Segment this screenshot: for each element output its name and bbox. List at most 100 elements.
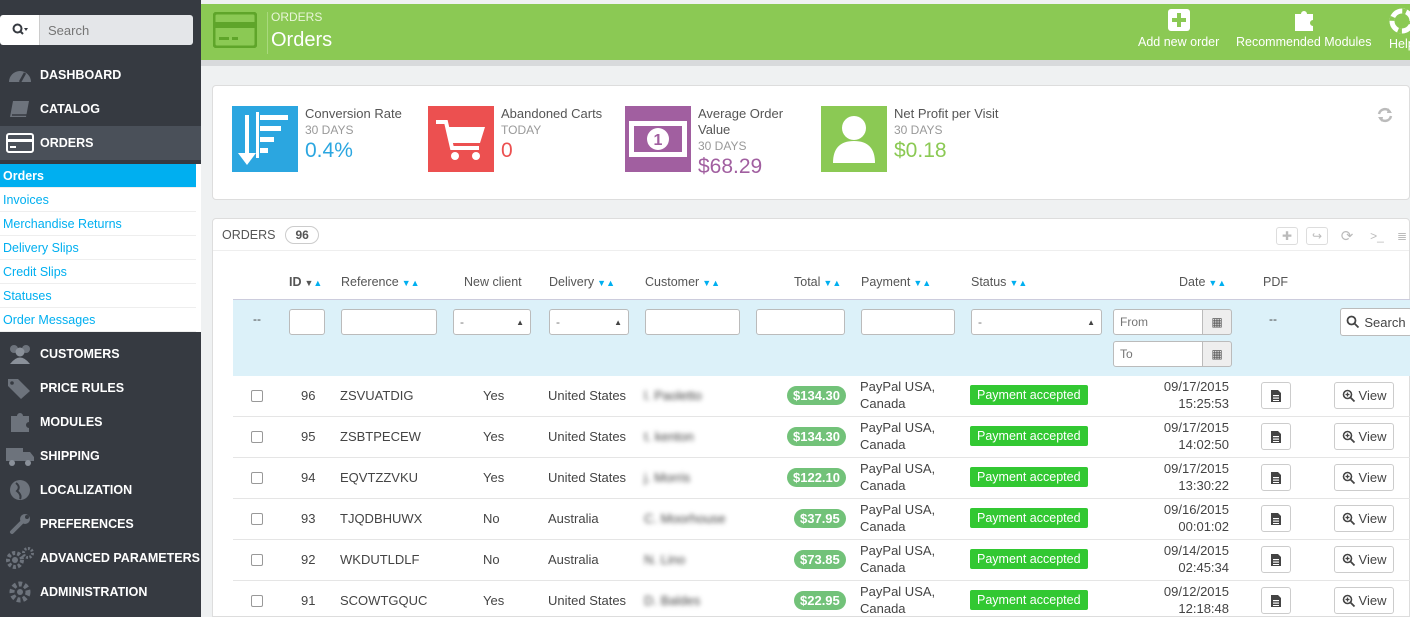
row-checkbox[interactable] (251, 554, 263, 566)
kpi-title: Net Profit per Visit (894, 106, 999, 121)
filter-total-input[interactable] (756, 309, 845, 335)
cell-payment: PayPal USA, Canada (860, 583, 935, 617)
col-header-reference[interactable]: Reference ▼▲ (341, 275, 420, 289)
search-input[interactable] (40, 15, 193, 45)
col-header-status[interactable]: Status ▼▲ (971, 275, 1027, 289)
search-type-button[interactable] (0, 15, 40, 45)
cell-customer: l. Paoletto (644, 388, 702, 403)
calendar-icon[interactable]: ▦ (1202, 309, 1232, 335)
refresh-list-tool[interactable]: ⟳ (1336, 227, 1358, 245)
kpi-value: $68.29 (698, 155, 763, 178)
view-button[interactable]: View (1334, 546, 1394, 573)
filter-date-to-input[interactable] (1113, 341, 1203, 367)
sort-arrows-icon[interactable]: ▼▲ (702, 278, 720, 288)
sql-query-tool[interactable]: >_ (1366, 227, 1388, 245)
row-checkbox[interactable] (251, 472, 263, 484)
sort-arrows-icon[interactable]: ▼▲ (402, 278, 420, 288)
export-tool[interactable]: ↪ (1306, 227, 1328, 245)
view-button[interactable]: View (1334, 587, 1394, 614)
menu-modules[interactable]: MODULES (0, 405, 201, 439)
col-header-payment[interactable]: Payment ▼▲ (861, 275, 931, 289)
refresh-icon[interactable] (1376, 106, 1394, 127)
row-checkbox[interactable] (251, 513, 263, 525)
table-row[interactable]: 96 ZSVUATDIG Yes United States l. Paolet… (233, 376, 1410, 417)
col-header-date[interactable]: Date ▼▲ (1179, 275, 1226, 289)
table-row[interactable]: 95 ZSBTPECEW Yes United States t. kenton… (233, 417, 1410, 458)
sort-arrows-icon[interactable]: ▼▲ (1009, 278, 1027, 288)
pdf-button[interactable] (1261, 505, 1291, 532)
filter-new-client-select[interactable]: - ▲ (453, 309, 531, 335)
submenu-order-messages[interactable]: Order Messages (0, 308, 196, 332)
sort-arrows-icon[interactable]: ▼▲ (913, 278, 931, 288)
menu-administration[interactable]: ADMINISTRATION (0, 575, 201, 609)
kpi-conversion-rate[interactable]: Conversion Rate 30 DAYS 0.4% (232, 106, 402, 172)
filter-id-input[interactable] (289, 309, 325, 335)
filter-customer-input[interactable] (645, 309, 740, 335)
submenu-merchandise-returns[interactable]: Merchandise Returns (0, 212, 196, 236)
col-header-id[interactable]: ID ▼▲ (289, 275, 322, 289)
col-header-delivery[interactable]: Delivery ▼▲ (549, 275, 615, 289)
table-row[interactable]: 93 TJQDBHUWX No Australia C. Moorhouse $… (233, 499, 1410, 540)
cell-date: 09/16/2015 00:01:02 (1161, 501, 1229, 535)
filter-reference-input[interactable] (341, 309, 437, 335)
sort-arrows-icon[interactable]: ▼▲ (597, 278, 615, 288)
select-value: - (978, 315, 982, 329)
menu-advanced-parameters[interactable]: ADVANCED PARAMETERS (0, 541, 201, 575)
sort-arrows-icon[interactable]: ▼▲ (1208, 278, 1226, 288)
col-header-customer[interactable]: Customer ▼▲ (645, 275, 720, 289)
view-button[interactable]: View (1334, 382, 1394, 409)
pdf-button[interactable] (1261, 464, 1291, 491)
pdf-button[interactable] (1261, 587, 1291, 614)
menu-label: ORDERS (40, 136, 94, 150)
menu-price-rules[interactable]: PRICE RULES (0, 371, 201, 405)
menu-customers[interactable]: CUSTOMERS (0, 337, 201, 371)
submenu-credit-slips[interactable]: Credit Slips (0, 260, 196, 284)
view-button[interactable]: View (1334, 505, 1394, 532)
submenu-delivery-slips[interactable]: Delivery Slips (0, 236, 196, 260)
filter-payment-input[interactable] (861, 309, 955, 335)
cell-new-client: Yes (483, 593, 505, 608)
view-label: View (1358, 593, 1387, 608)
menu-preferences[interactable]: PREFERENCES (0, 507, 201, 541)
col-header-total[interactable]: Total ▼▲ (794, 275, 841, 289)
header-separator (267, 12, 268, 54)
submenu-invoices[interactable]: Invoices (0, 188, 196, 212)
submenu-orders[interactable]: Orders (0, 164, 196, 188)
submenu-statuses[interactable]: Statuses (0, 284, 196, 308)
menu-dashboard[interactable]: DASHBOARD (0, 58, 201, 92)
kpi-net-profit[interactable]: Net Profit per Visit 30 DAYS $0.18 (821, 106, 999, 172)
row-checkbox[interactable] (251, 595, 263, 607)
row-checkbox[interactable] (251, 431, 263, 443)
add-new-order-button[interactable]: Add new order (1138, 8, 1219, 49)
table-row[interactable]: 94 EQVTZZVKU Yes United States j. Morris… (233, 458, 1410, 499)
filter-delivery-select[interactable]: - ▲ (549, 309, 629, 335)
search-label: Search (1364, 314, 1406, 330)
pdf-button[interactable] (1261, 382, 1291, 409)
menu-catalog[interactable]: CATALOG (0, 92, 201, 126)
menu-localization[interactable]: LOCALIZATION (0, 473, 201, 507)
row-checkbox[interactable] (251, 390, 263, 402)
breadcrumb[interactable]: ORDERS (271, 10, 322, 24)
menu-shipping[interactable]: SHIPPING (0, 439, 201, 473)
filter-dash: -- (253, 312, 261, 326)
database-tool[interactable]: ≣ (1394, 227, 1410, 245)
sort-arrows-icon[interactable]: ▼▲ (305, 278, 323, 288)
calendar-icon[interactable]: ▦ (1202, 341, 1232, 367)
filter-search-button[interactable]: Search (1340, 308, 1410, 336)
table-row[interactable]: 91 SCOWTGQUC Yes United States D. Baldes… (233, 581, 1410, 617)
add-order-tool[interactable]: ✚ (1276, 227, 1298, 245)
filter-date-from-input[interactable] (1113, 309, 1203, 335)
sort-arrows-icon[interactable]: ▼▲ (823, 278, 841, 288)
filter-status-select[interactable]: - ▲ (971, 309, 1102, 335)
view-button[interactable]: View (1334, 423, 1394, 450)
view-button[interactable]: View (1334, 464, 1394, 491)
pdf-button[interactable] (1261, 546, 1291, 573)
help-button[interactable]: Help (1389, 8, 1410, 51)
kpi-average-order-value[interactable]: 1 Average Order Value 30 DAYS $68.29 (625, 106, 788, 180)
cell-date: 09/17/2015 14:02:50 (1161, 419, 1229, 453)
table-row[interactable]: 92 WKDUTLDLF No Australia N. Lino $73.85… (233, 540, 1410, 581)
recommended-modules-button[interactable]: Recommended Modules (1236, 8, 1372, 49)
kpi-abandoned-carts[interactable]: Abandoned Carts TODAY 0 (428, 106, 602, 172)
pdf-button[interactable] (1261, 423, 1291, 450)
menu-orders[interactable]: ORDERS (0, 126, 201, 160)
